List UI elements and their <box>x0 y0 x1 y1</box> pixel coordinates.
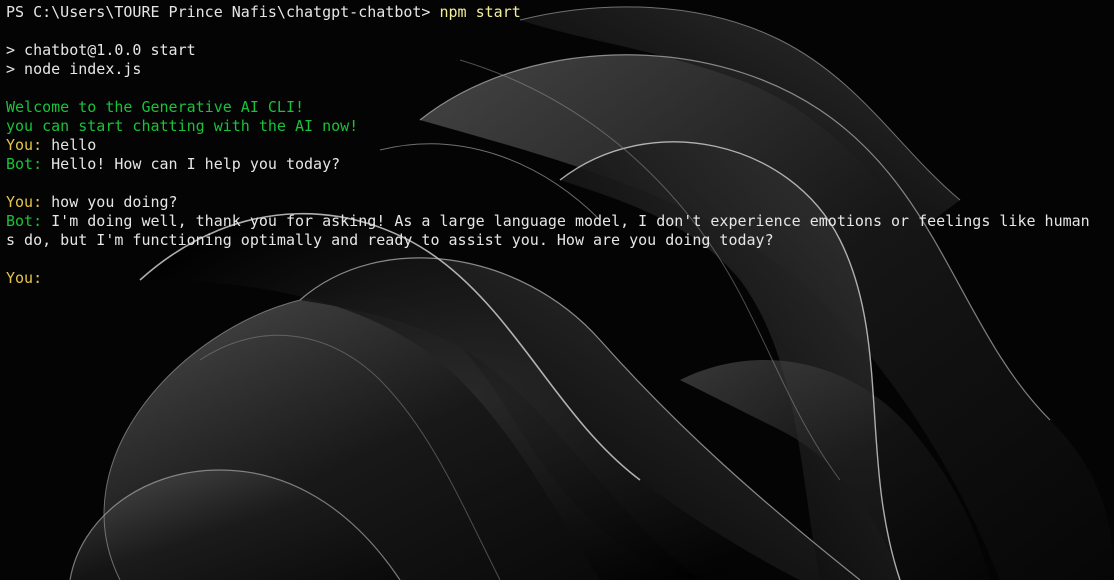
chat-text: Hello! How can I help you today? <box>51 155 341 173</box>
chat-text: hello <box>51 136 97 154</box>
you-label: You: <box>6 193 43 211</box>
bot-label: Bot: <box>6 155 43 173</box>
terminal-window[interactable]: PS C:\Users\TOURE Prince Nafis\chatgpt-c… <box>0 0 1114 580</box>
chat-text: how you doing? <box>51 193 178 211</box>
chat-text: I'm doing well, thank you for asking! As… <box>51 212 1090 230</box>
you-label: You: <box>6 136 43 154</box>
you-label: You: <box>6 269 43 287</box>
terminal-output: PS C:\Users\TOURE Prince Nafis\chatgpt-c… <box>6 3 1090 288</box>
command-text: npm start <box>439 3 521 21</box>
chat-line-you: You: how you doing? <box>6 193 1090 212</box>
prompt-line: PS C:\Users\TOURE Prince Nafis\chatgpt-c… <box>6 3 1090 22</box>
input-prompt-line[interactable]: You: <box>6 269 1090 288</box>
chat-line-bot: Bot: I'm doing well, thank you for askin… <box>6 212 1090 231</box>
chat-line-bot: Bot: Hello! How can I help you today? <box>6 155 1090 174</box>
welcome-message: Welcome to the Generative AI CLI! <box>6 98 305 116</box>
chat-line-continuation: s do, but I'm functioning optimally and … <box>6 231 774 249</box>
start-message: you can start chatting with the AI now! <box>6 117 359 135</box>
text-cursor[interactable] <box>51 270 60 286</box>
shell-prompt: PS C:\Users\TOURE Prince Nafis\chatgpt-c… <box>6 3 431 21</box>
bot-label: Bot: <box>6 212 43 230</box>
chat-line-you: You: hello <box>6 136 1090 155</box>
script-line: > chatbot@1.0.0 start <box>6 41 196 59</box>
script-line: > node index.js <box>6 60 142 78</box>
